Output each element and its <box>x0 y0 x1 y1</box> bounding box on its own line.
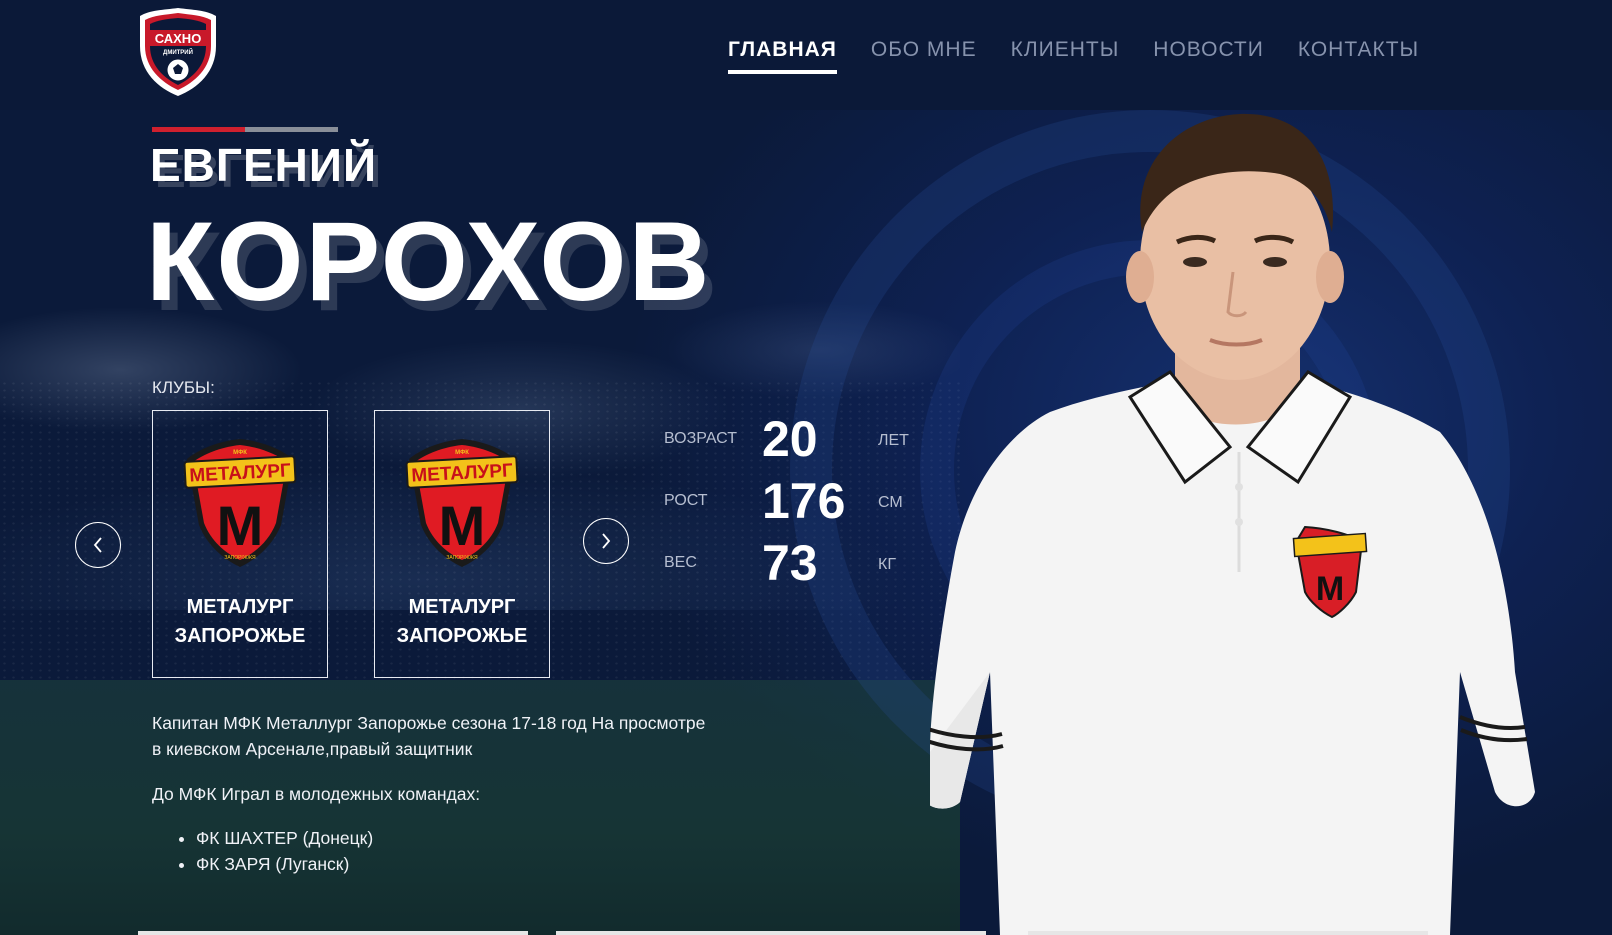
main-nav: ГЛАВНАЯ ОБО МНЕ КЛИЕНТЫ НОВОСТИ КОНТАКТЫ <box>728 38 1419 74</box>
nav-item-home[interactable]: ГЛАВНАЯ <box>728 38 837 74</box>
club-card[interactable]: МЕТАЛУРГ МФК М ЗАПОРІЖЖЯ МЕТАЛУРГ ЗАПОРО… <box>374 410 550 678</box>
bio-paragraph: До МФК Играл в молодежных командах: <box>152 783 481 804</box>
svg-text:ЗАПОРІЖЖЯ: ЗАПОРІЖЖЯ <box>446 555 478 561</box>
svg-text:М: М <box>439 494 486 557</box>
stat-value: 20 <box>762 411 818 467</box>
stat-unit: ЛЕТ <box>878 432 909 449</box>
club-crest-icon: МЕТАЛУРГ МФК М ЗАПОРІЖЖЯ <box>405 439 519 567</box>
svg-text:МФК: МФК <box>233 450 247 456</box>
page: САХНО ДМИТРИЙ ГЛАВНАЯ ОБО МНЕ КЛИЕНТЫ НО… <box>0 0 1612 935</box>
stat-unit: СМ <box>878 494 903 511</box>
nav-item-clients[interactable]: КЛИЕНТЫ <box>1011 38 1120 74</box>
svg-text:МФК: МФК <box>455 450 469 456</box>
chevron-right-icon <box>602 533 611 549</box>
player-bio: Капитан МФК Металлург Запорожье сезона 1… <box>152 710 712 877</box>
nav-item-contacts[interactable]: КОНТАКТЫ <box>1298 38 1419 74</box>
nav-item-news[interactable]: НОВОСТИ <box>1153 38 1264 74</box>
club-name: МЕТАЛУРГ ЗАПОРОЖЬЕ <box>174 596 306 647</box>
player-last-name: КОРОХОВ <box>146 199 712 324</box>
svg-text:САХНО: САХНО <box>155 31 202 46</box>
svg-text:ЗАПОРІЖЖЯ: ЗАПОРІЖЖЯ <box>224 555 256 561</box>
stat-height: РОСТ 176 СМ <box>664 472 924 534</box>
bottom-card-edge <box>1028 931 1428 935</box>
nav-item-about[interactable]: ОБО МНЕ <box>871 38 977 74</box>
stat-label: ВЕС <box>664 554 697 571</box>
stat-value: 176 <box>762 473 846 529</box>
list-item: ФК ЗАРЯ (Луганск) <box>196 851 712 877</box>
youth-teams-list: ФК ШАХТЕР (Донецк) ФК ЗАРЯ (Луганск) <box>152 825 712 878</box>
chevron-left-icon <box>93 537 102 553</box>
stat-value: 73 <box>762 535 818 591</box>
player-stats: ВОЗРАСТ 20 ЛЕТ РОСТ 176 СМ ВЕС 73 КГ <box>664 410 924 596</box>
stat-label: ВОЗРАСТ <box>664 430 737 447</box>
club-crest-icon: МЕТАЛУРГ МФК М ЗАПОРІЖЖЯ <box>183 439 297 567</box>
player-photo: М <box>930 113 1535 935</box>
club-card[interactable]: МЕТАЛУРГ МФК М ЗАПОРІЖЖЯ МЕТАЛУРГ ЗАПОРО… <box>152 410 328 678</box>
stat-age: ВОЗРАСТ 20 ЛЕТ <box>664 410 924 472</box>
bottom-card-edge <box>556 931 986 935</box>
club-name: МЕТАЛУРГ ЗАПОРОЖЬЕ <box>396 596 528 647</box>
svg-text:ДМИТРИЙ: ДМИТРИЙ <box>163 48 193 56</box>
stat-unit: КГ <box>878 556 896 573</box>
stat-weight: ВЕС 73 КГ <box>664 534 924 596</box>
logo[interactable]: САХНО ДМИТРИЙ <box>138 6 218 98</box>
clubs-next-button[interactable] <box>583 518 629 564</box>
site-header: САХНО ДМИТРИЙ ГЛАВНАЯ ОБО МНЕ КЛИЕНТЫ НО… <box>0 0 1612 110</box>
clubs-label: КЛУБЫ: <box>152 378 215 397</box>
list-item: ФК ШАХТЕР (Донецк) <box>196 825 712 851</box>
bottom-card-edge <box>138 931 528 935</box>
stat-label: РОСТ <box>664 492 708 509</box>
svg-text:М: М <box>217 494 264 557</box>
svg-text:М: М <box>1316 570 1344 608</box>
accent-line <box>152 127 338 132</box>
player-first-name: ЕВГЕНИЙ <box>150 139 378 191</box>
clubs-prev-button[interactable] <box>75 522 121 568</box>
bio-paragraph: Капитан МФК Металлург Запорожье сезона 1… <box>152 713 706 760</box>
